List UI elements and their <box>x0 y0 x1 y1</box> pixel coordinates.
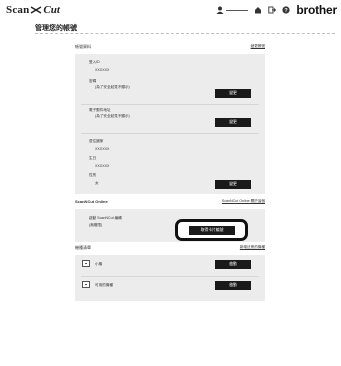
machines-divider <box>81 276 259 277</box>
user-name-placeholder <box>226 9 249 11</box>
register-machine-link[interactable]: 新增註冊的機種 <box>240 245 265 250</box>
online-status-label: 啟動 ScanNCut 編輯 <box>89 216 122 220</box>
machines-heading: 機種清單 <box>75 245 91 250</box>
machine-item-name: 可用的機種 <box>95 283 113 287</box>
machines-section: 機種清單 新增註冊的機種 小機 啟動 可用的機種 啟動 <box>75 245 265 301</box>
online-section-header: ScanNCut Online ScanNCut Online 關於這個 <box>75 199 265 209</box>
account-panel: 登入ID XXXXXX 密碼 (為了安全起見不顯示) 變更 電子郵件地址 (為了… <box>75 54 265 194</box>
top-actions: ? brother <box>216 3 337 17</box>
user-icon <box>216 6 224 14</box>
login-id-label: 登入ID <box>89 60 100 64</box>
birthday-label: 生日 <box>89 156 97 160</box>
activation-highlight: 取得卡片編號 <box>175 219 248 241</box>
password-label: 密碼 <box>89 79 97 83</box>
region-label: 居住國家 <box>89 139 104 143</box>
machine-activate-button[interactable]: 啟動 <box>215 260 251 269</box>
change-account-link[interactable]: 變更帳號 <box>251 44 265 49</box>
change-password-button[interactable]: 變更 <box>215 89 251 98</box>
online-section: ScanNCut Online ScanNCut Online 關於這個 啟動 … <box>75 199 265 242</box>
password-value: (為了安全起見不顯示) <box>95 85 130 89</box>
machine-icon <box>82 281 90 288</box>
machines-panel: 小機 啟動 可用的機種 啟動 <box>75 255 265 301</box>
title-divider <box>35 33 335 34</box>
online-heading: ScanNCut Online <box>75 199 108 204</box>
machines-section-header: 機種清單 新增註冊的機種 <box>75 245 265 255</box>
user-menu[interactable] <box>216 4 249 16</box>
about-online-link[interactable]: ScanNCut Online 關於這個 <box>222 199 265 204</box>
email-label: 電子郵件地址 <box>89 108 111 112</box>
logo-scan-text: Scan <box>6 4 30 16</box>
gender-value: 女 <box>95 181 99 185</box>
logo-cut-text: Cut <box>43 4 60 16</box>
change-email-button[interactable]: 變更 <box>215 118 251 127</box>
home-button[interactable] <box>254 4 262 16</box>
email-value: (為了安全起見不顯示) <box>95 114 130 118</box>
gender-label: 性別 <box>89 173 97 177</box>
get-card-number-button[interactable]: 取得卡片編號 <box>189 226 235 235</box>
logout-icon <box>268 6 277 14</box>
brother-logo[interactable]: brother <box>296 3 337 17</box>
machine-item-name: 小機 <box>95 262 103 266</box>
scissors-logo-icon <box>31 5 42 14</box>
page-title: 管理您的帳號 <box>35 25 77 32</box>
region-value: XXXXXX <box>95 147 110 151</box>
top-bar: Scan Cut ? brother <box>0 0 341 20</box>
account-section-header: 帳號資料 變更帳號 <box>75 44 265 54</box>
login-id-value: XXXXXX <box>95 68 110 72</box>
account-divider-1 <box>81 104 259 105</box>
online-status-value: (無權限) <box>89 223 103 227</box>
help-button[interactable]: ? <box>282 4 290 16</box>
account-section: 帳號資料 變更帳號 登入ID XXXXXX 密碼 (為了安全起見不顯示) 變更 … <box>75 44 265 194</box>
account-divider-2 <box>81 133 259 134</box>
machine-icon <box>82 260 90 267</box>
logout-button[interactable] <box>268 4 277 16</box>
machine-activate-button[interactable]: 啟動 <box>215 281 251 290</box>
birthday-value: XXXXXX <box>95 164 110 168</box>
scanncut-logo[interactable]: Scan Cut <box>6 3 60 17</box>
home-icon <box>255 7 262 14</box>
account-heading: 帳號資料 <box>75 44 91 49</box>
change-profile-button[interactable]: 變更 <box>215 180 251 189</box>
help-icon: ? <box>282 6 290 14</box>
